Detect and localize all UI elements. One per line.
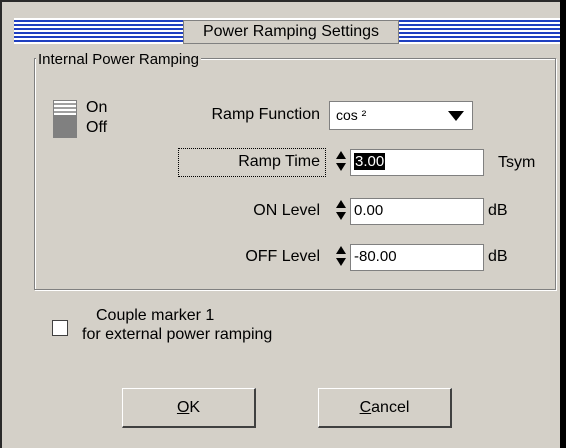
- on-level-unit: dB: [488, 202, 508, 219]
- couple-marker-label-line1: Couple marker 1: [96, 307, 215, 324]
- ramp-time-spinner[interactable]: [335, 149, 347, 175]
- on-off-toggle[interactable]: [53, 100, 77, 138]
- ok-label-rest: K: [189, 398, 201, 416]
- ramp-time-value: 3.00: [354, 153, 386, 170]
- ramp-function-select[interactable]: cos ²: [329, 101, 473, 130]
- toggle-on-segment[interactable]: [53, 100, 77, 116]
- ok-button[interactable]: OK: [122, 388, 256, 428]
- ok-mnemonic: O: [176, 398, 190, 416]
- ramp-function-label: Ramp Function: [211, 106, 321, 123]
- ramp-time-input[interactable]: 3.00: [350, 149, 484, 176]
- off-level-spinner[interactable]: [335, 244, 347, 270]
- spin-up-icon[interactable]: [336, 200, 346, 208]
- cancel-mnemonic: C: [359, 398, 372, 416]
- dropdown-arrow-icon[interactable]: [448, 111, 464, 121]
- spin-up-icon[interactable]: [336, 151, 346, 159]
- off-level-label: OFF Level: [245, 248, 320, 265]
- group-label: Internal Power Ramping: [36, 51, 201, 69]
- toggle-on-label: On: [86, 99, 108, 116]
- off-level-unit: dB: [488, 248, 508, 265]
- on-level-label: ON Level: [253, 202, 320, 219]
- spin-down-icon[interactable]: [336, 163, 346, 171]
- spin-down-icon[interactable]: [336, 258, 346, 266]
- toggle-off-segment[interactable]: [53, 116, 77, 138]
- ramp-function-value: cos ²: [336, 107, 367, 123]
- ramp-time-unit: Tsym: [498, 154, 536, 171]
- on-level-input[interactable]: 0.00: [350, 198, 484, 225]
- cancel-label-rest: ancel: [371, 398, 410, 416]
- couple-marker-checkbox[interactable]: [52, 320, 68, 336]
- ramp-time-label: Ramp Time: [238, 153, 320, 170]
- on-level-spinner[interactable]: [335, 198, 347, 224]
- spin-up-icon[interactable]: [336, 246, 346, 254]
- off-level-input[interactable]: -80.00: [350, 244, 484, 271]
- spin-down-icon[interactable]: [336, 212, 346, 220]
- toggle-off-label: Off: [86, 119, 108, 136]
- dialog-title: Power Ramping Settings: [183, 20, 399, 44]
- power-ramping-dialog: Power Ramping Settings Internal Power Ra…: [0, 0, 560, 448]
- couple-marker-label-line2: for external power ramping: [82, 326, 273, 343]
- cancel-button[interactable]: Cancel: [318, 388, 452, 428]
